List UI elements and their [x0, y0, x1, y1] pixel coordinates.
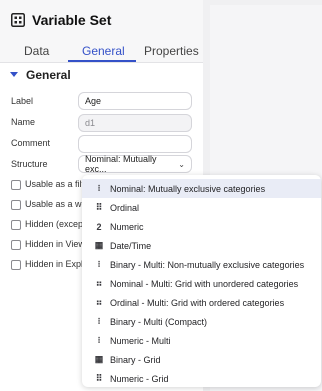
option-numeric-grid[interactable]: ⠿ Numeric - Grid	[82, 369, 321, 388]
comment-input[interactable]	[78, 135, 192, 153]
option-ordinal-multi[interactable]: ⠶ Ordinal - Multi: Grid with ordered cate…	[82, 293, 321, 312]
checkbox-hidden-except[interactable]: Hidden (except	[11, 219, 86, 230]
option-numeric[interactable]: 2 Numeric	[82, 217, 321, 236]
structure-dropdown-menu: ⁝ Nominal: Mutually exclusive categories …	[82, 175, 321, 387]
option-label: Nominal: Mutually exclusive categories	[110, 183, 266, 194]
option-numeric-multi[interactable]: ⁝ Numeric - Multi	[82, 331, 321, 350]
option-date-time[interactable]: ▦ Date/Time	[82, 236, 321, 255]
name-field-label: Name	[11, 117, 36, 127]
option-label: Ordinal - Multi: Grid with ordered categ…	[110, 297, 285, 308]
nominal-multi-icon: ⠶	[95, 278, 103, 288]
tab-divider	[0, 62, 203, 63]
caret-down-icon	[10, 72, 18, 78]
checkbox-box[interactable]	[11, 179, 21, 190]
option-label: Date/Time	[110, 240, 152, 251]
numeric-grid-icon: ⠿	[95, 373, 103, 383]
checkbox-label: Usable as a wei	[25, 199, 86, 209]
chevron-down-icon: ⌄	[178, 159, 185, 169]
label-field-label: Label	[11, 96, 34, 106]
option-binary-multi-compact[interactable]: ⁝ Binary - Multi (Compact)	[82, 312, 321, 331]
option-ordinal[interactable]: ⠿ Ordinal	[82, 198, 321, 217]
option-label: Ordinal	[110, 202, 140, 213]
option-nominal[interactable]: ⁝ Nominal: Mutually exclusive categories	[82, 179, 321, 198]
label-input[interactable]: Age	[78, 92, 192, 110]
option-binary-grid[interactable]: ▦ Binary - Grid	[82, 350, 321, 369]
numeric-multi-icon: ⁝	[97, 335, 101, 345]
panel-title: Variable Set	[32, 12, 112, 28]
option-label: Binary - Multi (Compact)	[110, 316, 208, 327]
checkbox-label: Hidden in View	[25, 239, 85, 249]
tab-bar: Data General Properties	[0, 40, 203, 62]
binary-multi-icon: ⁝	[97, 259, 101, 269]
comment-field-label: Comment	[11, 138, 51, 148]
grid-icon: ▦	[94, 354, 104, 364]
structure-field-label: Structure	[11, 159, 48, 169]
checkbox-box[interactable]	[11, 219, 21, 230]
tab-properties[interactable]: Properties	[144, 44, 199, 58]
checkbox-usable-filter[interactable]: Usable as a filte	[11, 179, 86, 190]
section-title: General	[26, 68, 71, 82]
tab-data[interactable]: Data	[24, 44, 49, 58]
panel-header: Variable Set	[0, 0, 203, 40]
calendar-icon: ▦	[94, 240, 104, 250]
option-label: Numeric - Multi	[110, 335, 171, 346]
option-label: Numeric	[110, 221, 144, 232]
option-binary-multi[interactable]: ⁝ Binary - Multi: Non-mutually exclusive …	[82, 255, 321, 274]
checkbox-label: Hidden (except	[25, 219, 86, 229]
name-input[interactable]: d1	[78, 114, 192, 132]
checkbox-box[interactable]	[11, 239, 21, 250]
option-label: Nominal - Multi: Grid with unordered cat…	[110, 278, 299, 289]
checkbox-hidden-view[interactable]: Hidden in View	[11, 239, 86, 250]
checkbox-label: Usable as a filte	[25, 179, 86, 189]
option-nominal-multi[interactable]: ⠶ Nominal - Multi: Grid with unordered ca…	[82, 274, 321, 293]
numeric-icon: 2	[96, 221, 102, 232]
variable-set-icon	[11, 13, 25, 27]
option-label: Binary - Multi: Non-mutually exclusive c…	[110, 259, 305, 270]
tab-general[interactable]: General	[82, 44, 125, 58]
checkbox-label: Hidden in Explo	[25, 259, 86, 269]
checkbox-hidden-explore[interactable]: Hidden in Explo	[11, 259, 86, 270]
checkbox-box[interactable]	[11, 259, 21, 270]
structure-select[interactable]: Nominal: Mutually exc... ⌄	[78, 154, 192, 174]
checkbox-usable-weight[interactable]: Usable as a wei	[11, 199, 86, 210]
checkbox-box[interactable]	[11, 199, 21, 210]
option-label: Binary - Grid	[110, 354, 161, 365]
ordinal-multi-icon: ⠶	[95, 297, 103, 307]
section-general-toggle[interactable]: General	[10, 68, 71, 82]
structure-select-value: Nominal: Mutually exc...	[85, 154, 157, 174]
nominal-icon: ⁝	[97, 183, 101, 193]
ordinal-icon: ⠿	[95, 202, 103, 212]
option-label: Numeric - Grid	[110, 373, 169, 384]
binary-compact-icon: ⁝	[97, 316, 101, 326]
